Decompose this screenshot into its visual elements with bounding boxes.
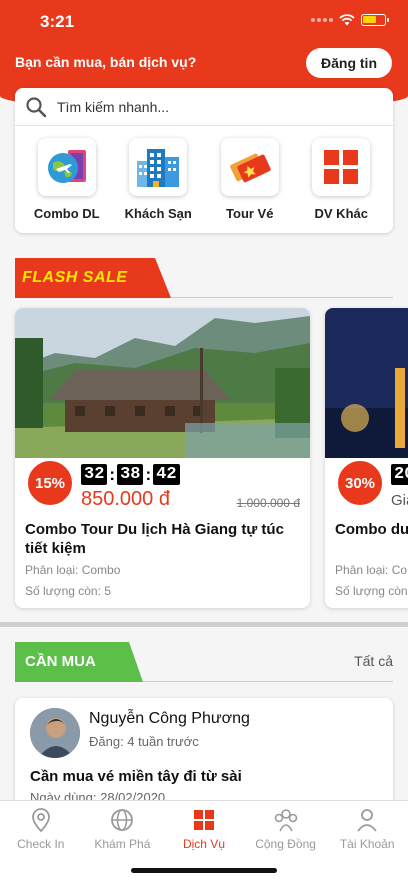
search-input[interactable]: Tìm kiếm nhanh... (15, 88, 393, 126)
category-list: Combo DL Khách Sạn Tour Vé DV Khác (15, 126, 393, 221)
timer-hours: 20 (391, 464, 408, 485)
wifi-icon (339, 14, 355, 26)
sale-price: 850.000 đ (81, 488, 170, 510)
discount-badge: 15% (25, 458, 75, 508)
category-combo[interactable]: Combo DL (24, 138, 110, 221)
tab-label: Tài Khoản (339, 837, 395, 851)
category-label: Tour Vé (226, 206, 274, 221)
avatar[interactable] (30, 708, 80, 758)
tab-account[interactable]: Tài Khoản (326, 801, 408, 883)
countdown-timer: 32: 38: 42 (81, 464, 180, 485)
status-time: 3:21 (40, 12, 75, 31)
category-label: DV Khác (314, 206, 368, 221)
divider (171, 297, 393, 298)
flash-sale-card[interactable]: 15% 32: 38: 42 850.000 đ 1.000.000 đ Com… (15, 308, 310, 608)
tab-label: Check In (17, 837, 65, 851)
globe-icon (111, 809, 134, 831)
post-listing-button[interactable]: Đăng tin (306, 48, 392, 78)
grid-icon (193, 810, 214, 830)
header-title: Bạn cần mua, bán dịch vụ? (15, 54, 197, 70)
timer-minutes: 38 (117, 464, 144, 485)
search-category-card: Tìm kiếm nhanh... Combo DL Khách Sạn Tou… (15, 88, 393, 233)
category-tour-ticket[interactable]: Tour Vé (207, 138, 293, 221)
battery-icon (361, 14, 389, 26)
category-label: Khách Sạn (124, 206, 192, 221)
buy-section-label: CẦN MUA (25, 653, 96, 670)
category-hotel[interactable]: Khách Sạn (115, 138, 201, 221)
category-label: Combo DL (33, 206, 100, 221)
status-icons (311, 14, 389, 26)
flash-sale-header: FLASH SALE (15, 258, 393, 298)
search-icon (26, 96, 47, 117)
tab-check-in[interactable]: Check In (0, 801, 82, 883)
timer-hours: 32 (81, 464, 108, 485)
user-icon (357, 809, 377, 832)
sale-category: Phân loại: Co (335, 563, 408, 577)
divider (143, 681, 393, 682)
app-screen: 3:21 Bạn cần mua, bán dịch vụ? Đăng tin … (0, 0, 408, 883)
tab-label: Cộng Đồng (255, 837, 316, 851)
category-other-services[interactable]: DV Khác (298, 138, 384, 221)
sale-title: Combo Tour Du lịch Hà Giang tự túc tiết … (25, 521, 284, 557)
tab-label: Khám Phá (94, 837, 151, 851)
countdown-timer: 20 (391, 464, 408, 485)
buy-section-header: CẦN MUA Tất cả (15, 642, 393, 682)
timer-seconds: 42 (153, 464, 180, 485)
tour-image (325, 308, 408, 458)
flash-sale-card[interactable]: 30% 20 Gia Combo du đáy Phân loại: Co Số… (325, 308, 408, 608)
status-bar: 3:21 (0, 0, 408, 44)
ticket-icon (220, 138, 279, 196)
home-indicator (131, 868, 277, 873)
sale-category: Phân loại: Combo (25, 563, 121, 577)
combo-travel-icon (37, 138, 96, 196)
sale-title: Combo du đáy (335, 521, 408, 538)
sale-price: Gia (391, 492, 408, 509)
search-placeholder: Tìm kiếm nhanh... (57, 98, 170, 115)
hotel-icon (129, 138, 188, 196)
tour-image (15, 308, 310, 458)
post-title: Cần mua vé miền tây đi từ sài (30, 768, 242, 785)
post-time: Đăng: 4 tuần trước (89, 734, 199, 749)
section-divider (0, 622, 408, 627)
tab-label: Dịch Vụ (182, 837, 225, 851)
sale-quantity: Số lượng còn (335, 584, 408, 598)
flash-sale-label: FLASH SALE (22, 269, 128, 286)
community-icon (274, 809, 297, 832)
see-all-link[interactable]: Tất cả (354, 653, 393, 669)
poster-name: Nguyễn Công Phương (89, 710, 250, 727)
original-price: 1.000.000 đ (236, 496, 300, 510)
grid-icon (312, 138, 371, 196)
discount-badge: 30% (335, 458, 385, 508)
sale-quantity: Số lượng còn: 5 (25, 584, 111, 598)
signal-icon (311, 18, 333, 22)
location-pin-icon (31, 808, 50, 833)
